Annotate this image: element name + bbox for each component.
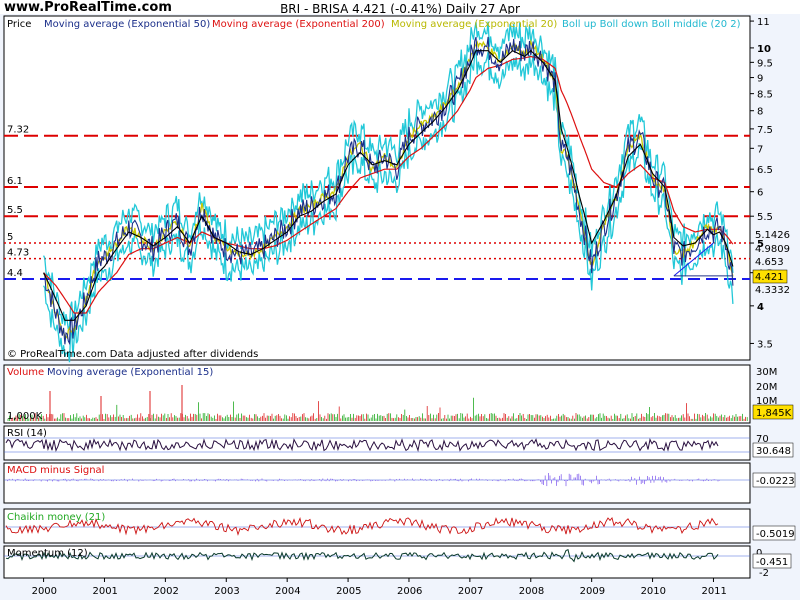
price-axis-label-3: 9 [757,74,763,85]
x-label-11: 2011 [701,586,726,597]
macd-label: MACD minus Signal [7,465,104,476]
price-axis-label-0: 11 [757,17,770,28]
price-axis-label-7: 7 [757,144,763,155]
chaikin-label: Chaikin money (21) [7,512,105,523]
price-axis-label-4: 8.5 [757,90,773,101]
level-label-2: 5.5 [7,205,23,216]
x-label-4: 2004 [275,586,300,597]
legend-ema200: Moving average (Exponential 200) [212,19,385,30]
price-axis-label-1: 10 [757,44,771,55]
price-axis-label-6: 7.5 [757,125,773,136]
level-label-4: 4.73 [7,248,29,259]
x-label-9: 2009 [580,586,605,597]
watermark: © ProRealTime.com Data adjusted after di… [7,349,258,360]
legend-price: Price [7,19,31,30]
price-axis-label-5: 8 [757,107,763,118]
volume-axis-0: 30M [756,367,777,378]
x-label-0: 2000 [32,586,57,597]
x-label-10: 2010 [641,586,666,597]
price-tag-1: 4.9809 [755,244,790,255]
price-axis-label-14: 3.5 [757,339,773,350]
macd-panel [3,462,751,504]
chart-canvas: 7.32 6.1 5.5 5 4.73 4.4 Price Moving average … [0,14,800,600]
momentum-axis-1: -2 [759,568,769,579]
legend-ema20: Moving average (Exponential 20) [391,19,557,30]
level-label-5: 4.4 [7,268,23,279]
rsi-label: RSI (14) [7,428,47,439]
price-axis-label-13: 4 [757,302,764,313]
x-label-3: 2003 [214,586,239,597]
legend-ema50: Moving average (Exponential 50) [44,19,210,30]
level-label-0: 7.32 [7,125,29,136]
x-label-7: 2007 [458,586,483,597]
price-axis-label-9: 6 [757,188,763,199]
volume-value: 1,845K [756,408,792,419]
price-tag-4: 4.3332 [755,285,790,296]
momentum-value: -0.451 [756,557,788,568]
x-label-6: 2006 [397,586,422,597]
price-axis-label-10: 5.5 [757,212,773,223]
momentum-label: Momentum (12) [7,548,88,559]
x-label-5: 2005 [336,586,361,597]
volume-left-label: 1,000K [7,411,43,422]
legend-boll: Boll up Boll down Boll middle (20 2) [562,19,741,30]
chaikin-panel [3,508,751,544]
volume-ma-label: Moving average (Exponential 15) [47,367,213,378]
price-tag-3: 4.421 [755,272,784,283]
chaikin-value: -0.5019 [756,529,795,540]
volume-axis-1: 20M [756,382,777,393]
price-axis-label-8: 6.5 [757,165,773,176]
level-label-1: 6.1 [7,176,23,187]
price-tag-0: 5.1426 [755,230,790,241]
volume-label: Volume [7,367,44,378]
x-label-2: 2002 [153,586,178,597]
momentum-panel [3,545,751,579]
macd-value: -0.0223 [756,476,795,487]
x-label-8: 2008 [519,586,544,597]
price-axis-label-2: 9.5 [757,58,773,69]
rsi-value: 30.648 [756,446,791,457]
price-tag-2: 4.653 [755,257,784,268]
x-label-1: 2001 [92,586,117,597]
level-label-3: 5 [7,232,13,243]
